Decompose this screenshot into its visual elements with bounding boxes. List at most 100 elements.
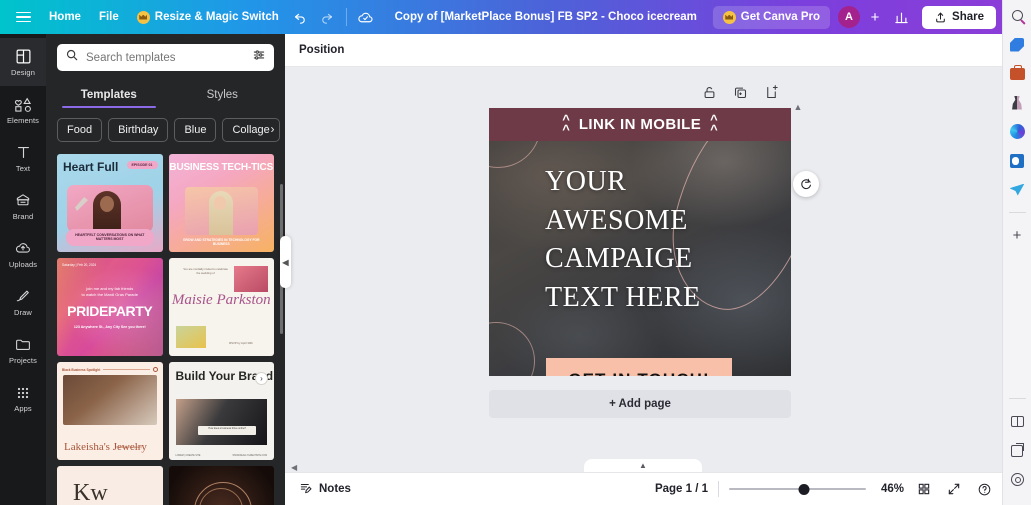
sidebar-item-draw[interactable]: Draw [0, 278, 46, 326]
banner-text: LINK IN MOBILE [578, 116, 702, 133]
share-button[interactable]: Share [922, 5, 996, 29]
editor-area: Position ^ ^ LINK IN MOBILE ^ ^ YOUR AWE… [285, 34, 1002, 505]
grid-view-icon[interactable] [914, 479, 934, 499]
position-button[interactable]: Position [299, 44, 344, 56]
add-page-icon[interactable] [764, 85, 781, 102]
sidebar-item-projects[interactable]: Projects [0, 326, 46, 374]
folder-icon [14, 335, 33, 354]
open-external-icon[interactable] [1008, 441, 1027, 460]
link-in-mobile-banner[interactable]: ^ ^ LINK IN MOBILE ^ ^ [489, 108, 791, 141]
avatar[interactable]: A [838, 6, 861, 28]
menu-item-resize-magic-switch[interactable]: Resize & Magic Switch [128, 6, 288, 29]
panel-collapse-handle[interactable]: ◀ [280, 236, 291, 288]
lock-icon[interactable] [702, 85, 719, 102]
template-beige-minimal-card[interactable]: Kw [57, 466, 163, 505]
split-panel-icon[interactable] [1008, 412, 1027, 431]
template-pride-party-invite[interactable]: Saturday | Feb 20, 2024 join me and my f… [57, 258, 163, 356]
sidebar-label-uploads: Uploads [8, 260, 38, 269]
template-title: PRIDEPARTY [67, 303, 153, 319]
search-bar[interactable] [57, 44, 274, 71]
search-icon[interactable] [1008, 6, 1027, 25]
menu-item-file[interactable]: File [90, 6, 128, 28]
template-lakeishas-jewelry[interactable]: Black Business Spotlight Lakeisha's Jewe… [57, 362, 163, 460]
zoom-knob[interactable] [798, 483, 810, 495]
template-badge: Saturday | Feb 20, 2024 [62, 263, 97, 267]
zoom-slider[interactable] [729, 482, 866, 496]
template-build-your-brand[interactable]: Build Your Brand › How does a business t… [168, 362, 274, 460]
elements-shapes-icon [14, 95, 33, 114]
filter-sliders-icon[interactable] [252, 48, 266, 67]
taskbar-divider-bottom [1008, 398, 1026, 399]
sidebar-item-uploads[interactable]: Uploads [0, 230, 46, 278]
template-caption: HEARTFELT CONVERSATIONS ON WHAT MATTERS … [66, 228, 154, 246]
undo-icon[interactable] [288, 4, 314, 30]
add-icon[interactable]: + [1008, 226, 1027, 245]
template-business-tech-tics[interactable]: BUSINESS TECH-TICS GROW AND STRATEGIES I… [168, 154, 274, 252]
duplicate-icon[interactable] [733, 85, 750, 102]
tag-icon[interactable] [1008, 35, 1027, 54]
design-canvas[interactable]: ^ ^ LINK IN MOBILE ^ ^ YOUR AWESOME CAMPAI… [489, 108, 791, 376]
chip-birthday[interactable]: Birthday [108, 118, 169, 142]
notes-button[interactable]: Notes [293, 477, 357, 502]
outlook-icon[interactable] [1008, 151, 1027, 170]
briefcase-icon[interactable] [1008, 64, 1027, 83]
sidebar-label-text: Text [15, 164, 31, 173]
add-page-button[interactable]: + Add page [489, 390, 791, 418]
document-title[interactable]: Copy of [MarketPlace Bonus] FB SP2 - Cho… [395, 11, 697, 23]
context-toolbar: Position [285, 34, 1002, 67]
fullscreen-expand-icon[interactable] [944, 479, 964, 499]
toolbar-divider [345, 8, 347, 26]
help-question-icon[interactable] [974, 479, 994, 499]
template-rose-gold-logo[interactable] [168, 466, 274, 505]
page-tools [702, 85, 781, 102]
sidebar-item-elements[interactable]: Elements [0, 86, 46, 134]
bottom-toolbar: Notes Page 1 / 1 46% [285, 472, 1002, 505]
chevron-up-icon: ▲ [639, 461, 647, 470]
bottom-right-controls: Page 1 / 1 46% [655, 479, 994, 499]
chip-blue[interactable]: Blue [174, 118, 217, 142]
paperplane-icon[interactable] [1008, 180, 1027, 199]
redo-icon[interactable] [314, 4, 340, 30]
scroll-left-arrow-icon[interactable]: ◀ [291, 463, 297, 472]
sidebar-item-brand[interactable]: Brand [0, 182, 46, 230]
canvas-vertical-scrollbar[interactable]: ▲ ▼ [790, 101, 806, 505]
sidebar-item-text[interactable]: Text [0, 134, 46, 182]
scroll-up-arrow-icon[interactable]: ▲ [790, 101, 806, 113]
cta-button[interactable]: GET IN TOUCH! [546, 358, 732, 376]
sidebar-item-design[interactable]: Design [0, 38, 46, 86]
menu-item-home[interactable]: Home [40, 6, 90, 28]
get-canva-pro-button[interactable]: Get Canva Pro [712, 5, 831, 29]
chevron-right-icon[interactable]: › [255, 372, 268, 385]
hamburger-menu-icon[interactable] [6, 0, 40, 34]
tab-styles[interactable]: Styles [166, 83, 280, 108]
text-t-icon [14, 143, 33, 162]
template-title: Heart Full [63, 160, 119, 174]
left-rail: Design Elements Text Brand Uploads Draw … [0, 34, 46, 505]
sidebar-label-brand: Brand [12, 212, 34, 221]
sidebar-label-apps: Apps [14, 404, 32, 413]
cloud-saved-icon[interactable] [353, 4, 379, 30]
brand-kit-icon [14, 191, 33, 210]
template-maisie-parkston-card[interactable]: You are cordially invited to celebrate th… [168, 258, 274, 356]
hide-pages-bar[interactable]: ▲ [584, 459, 702, 472]
canva-editor-window: Home File Resize & Magic Switch Copy of … [0, 0, 1031, 505]
headline-text[interactable]: YOUR AWESOME CAMPAIGE TEXT HERE [545, 163, 701, 318]
headline-line-4: TEXT HERE [545, 281, 701, 313]
template-title: BUSINESS TECH-TICS [169, 162, 274, 173]
share-upload-icon [936, 12, 945, 22]
insights-bar-chart-icon[interactable] [888, 4, 914, 30]
rotate-handle-icon[interactable] [793, 171, 819, 197]
settings-gear-icon[interactable] [1008, 470, 1027, 489]
crown-icon-pro [722, 10, 736, 24]
add-collaborator-button[interactable]: + [864, 6, 886, 28]
chess-icon[interactable] [1008, 93, 1027, 112]
chip-food[interactable]: Food [57, 118, 103, 142]
search-input[interactable] [86, 51, 245, 64]
filter-chips: Food Birthday Blue Collage › [46, 108, 285, 142]
edge-icon[interactable] [1008, 122, 1027, 141]
sidebar-item-apps[interactable]: Apps [0, 374, 46, 422]
chevron-right-icon[interactable]: › [264, 120, 281, 137]
notes-pencil-icon [299, 481, 313, 498]
tab-templates[interactable]: Templates [52, 83, 166, 108]
template-heart-full-podcast[interactable]: Heart Full EPISODE 01 HEARTFELT CONVERSA… [57, 154, 163, 252]
